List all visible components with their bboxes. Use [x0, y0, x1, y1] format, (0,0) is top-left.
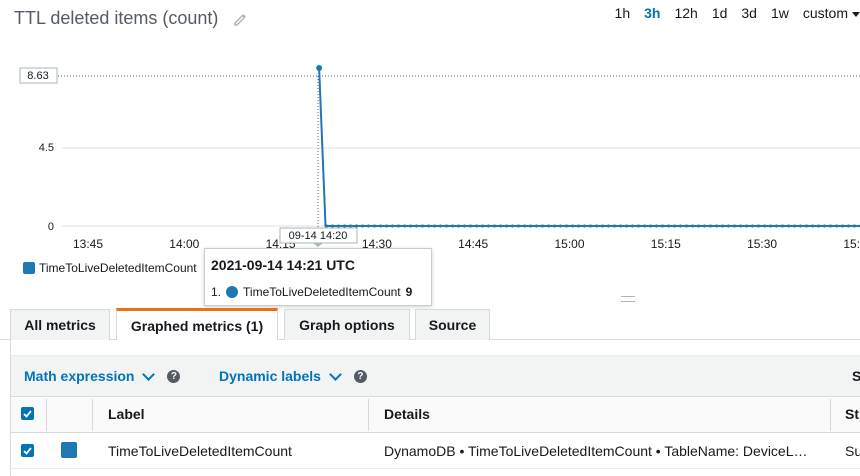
range-custom-label: custom: [802, 5, 848, 21]
range-12h[interactable]: 12h: [674, 5, 697, 21]
legend-color-swatch: [23, 262, 35, 274]
x-tick-label: 13:45: [73, 237, 103, 251]
math-expression-label: Math expression: [24, 368, 135, 384]
tab-all-metrics[interactable]: All metrics: [10, 309, 110, 340]
column-separator: [830, 399, 831, 431]
x-tick-label: 15:00: [554, 237, 584, 251]
line-chart[interactable]: 04.5 13:45 14:00 14:15 14:30 14:45 15:00 15:15…: [0, 55, 860, 255]
row-details: DynamoDB • TimeToLiveDeletedItemCount • …: [384, 443, 808, 459]
series-line: [318, 67, 860, 227]
x-tick-label: 15:15: [651, 237, 681, 251]
column-separator: [46, 399, 47, 431]
checkmark-icon: [23, 446, 32, 455]
time-range-selector: 1h 3h 12h 1d 3d 1w custom: [615, 5, 860, 21]
tooltip-series-name: TimeToLiveDeletedItemCount: [243, 285, 401, 299]
range-3d[interactable]: 3d: [741, 5, 757, 21]
caret-down-icon: [852, 11, 860, 17]
tooltip-dot-icon: [226, 286, 239, 298]
x-tick-label: 15:45: [843, 237, 860, 251]
dynamic-labels-label: Dynamic labels: [219, 368, 321, 384]
chevron-down-icon: [142, 367, 156, 381]
y-cursor-value: 8.63: [27, 70, 48, 82]
column-header-statistic[interactable]: St: [845, 406, 859, 422]
row-checkbox[interactable]: [21, 444, 34, 457]
y-tick-label: 4.5: [39, 142, 54, 154]
y-tick-label: 0: [48, 221, 54, 233]
chart-tooltip: 2021-09-14 14:21 UTC 1. TimeToLiveDelete…: [204, 248, 432, 306]
series-peak-point[interactable]: [316, 65, 323, 71]
range-3h[interactable]: 3h: [644, 5, 660, 21]
y-cursor-label: 8.63: [19, 67, 58, 84]
help-icon[interactable]: ?: [167, 369, 181, 383]
range-1d[interactable]: 1d: [712, 5, 728, 21]
legend-series-label: TimeToLiveDeletedItemCount: [39, 261, 197, 275]
range-1h[interactable]: 1h: [615, 5, 631, 21]
row-label[interactable]: TimeToLiveDeletedItemCount: [108, 443, 292, 459]
range-custom-dropdown[interactable]: custom: [803, 5, 860, 21]
column-header-details[interactable]: Details: [384, 406, 430, 422]
range-1w[interactable]: 1w: [771, 5, 789, 21]
widget-title: TTL deleted items (count): [14, 8, 219, 28]
row-statistic[interactable]: Su: [845, 443, 860, 459]
resize-handle-icon[interactable]: [621, 296, 635, 302]
x-tick-label: 15:30: [747, 237, 777, 251]
select-all-checkbox[interactable]: [21, 407, 34, 420]
chart-legend[interactable]: TimeToLiveDeletedItemCount: [23, 261, 197, 275]
column-separator: [92, 399, 93, 431]
checkmark-icon: [23, 409, 32, 418]
help-icon[interactable]: ?: [353, 369, 367, 383]
tab-graphed-metrics[interactable]: Graphed metrics (1): [116, 308, 278, 340]
dynamic-labels-dropdown[interactable]: Dynamic labels ?: [219, 367, 367, 384]
series-color-swatch[interactable]: [61, 442, 77, 458]
x-tick-label: 14:45: [458, 237, 488, 251]
x-cursor-value: 09-14 14:20: [289, 230, 348, 242]
tooltip-timestamp: 2021-09-14 14:21 UTC: [211, 257, 355, 273]
edit-pencil-icon[interactable]: [232, 11, 248, 27]
tab-graph-options[interactable]: Graph options: [284, 309, 410, 340]
x-tick-label: 14:00: [169, 237, 199, 251]
tooltip-value: 9: [405, 285, 413, 299]
toolbar-truncated-item[interactable]: S: [852, 368, 860, 384]
math-expression-dropdown[interactable]: Math expression ?: [24, 367, 181, 384]
chevron-down-icon: [329, 367, 342, 381]
tooltip-index: 1.: [211, 285, 222, 299]
column-separator: [368, 399, 369, 431]
tooltip-series-row: 1. TimeToLiveDeletedItemCount 9: [211, 285, 412, 299]
tab-source[interactable]: Source: [415, 309, 490, 340]
column-header-label[interactable]: Label: [108, 406, 145, 422]
